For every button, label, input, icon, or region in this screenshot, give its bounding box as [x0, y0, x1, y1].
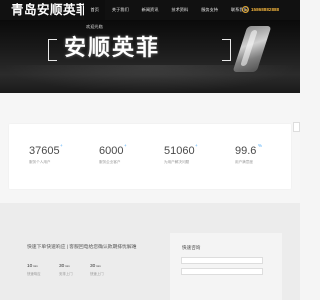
phone-icon — [242, 6, 249, 13]
metric-value: 10min — [27, 264, 38, 269]
stat-value: 6000 — [99, 145, 124, 157]
contact-title: 快速下单快速响应 | 客服回电给您确认款期排忧解难 — [27, 245, 137, 250]
metric-item: 30min 快速上门 — [90, 264, 104, 276]
metric-item: 10min 快速响应 — [27, 264, 41, 276]
phone-input[interactable] — [181, 268, 263, 275]
metric-value: 30min — [59, 264, 70, 269]
nav-home[interactable]: 首页 — [84, 0, 106, 20]
stat-plus: + — [60, 143, 63, 148]
stat-item: 51060 + 为用户解决问题 — [164, 143, 198, 165]
stat-item: 6000 + 服务企业客户 — [99, 143, 127, 165]
stat-label: 服务企业客户 — [99, 160, 121, 164]
stat-value: 51060 — [164, 145, 195, 157]
name-input[interactable] — [181, 257, 263, 264]
quick-consult-title: 快速咨询 — [182, 245, 201, 250]
nav-news[interactable]: 新闻资讯 — [135, 0, 165, 20]
quick-consult-card: 快速咨询 — [170, 233, 282, 300]
main-nav: 首页 关于我们 新闻资讯 技术资料 服务支持 联系我们 — [84, 0, 254, 20]
hero-banner: 欢迎光临 安顺英菲 — [0, 20, 300, 93]
nav-about[interactable]: 关于我们 — [105, 0, 135, 20]
stats-section: 37605 + 服务个人用户 6000 + 服务企业客户 51060 + 为用户… — [0, 93, 300, 203]
stat-value: 37605 — [29, 145, 60, 157]
stat-plus: + — [124, 143, 127, 148]
stat-plus: + — [195, 143, 198, 148]
stats-card: 37605 + 服务个人用户 6000 + 服务企业客户 51060 + 为用户… — [9, 124, 291, 189]
banner-title: 安顺英菲 — [64, 35, 161, 61]
metric-label: 快速响应 — [27, 271, 41, 276]
stat-label: 用户满意度 — [235, 160, 253, 164]
metric-label: 快速上门 — [90, 271, 104, 276]
metric-value: 30min — [90, 264, 101, 269]
contact-section: 快速下单快速响应 | 客服回电给您确认款期排忧解难 10min 快速响应 30m… — [0, 203, 300, 300]
nav-support[interactable]: 服务支持 — [195, 0, 225, 20]
bracket-right-decoration — [222, 39, 231, 61]
stat-item: 37605 + 服务个人用户 — [29, 143, 63, 165]
stat-plus: % — [258, 143, 263, 148]
stat-value: 99.6 — [235, 145, 257, 157]
bracket-left-decoration — [48, 39, 57, 61]
stat-label: 为用户解决问题 — [164, 160, 190, 164]
nav-tech[interactable]: 技术资料 — [165, 0, 195, 20]
side-float-icon[interactable] — [293, 122, 300, 132]
stat-item: 99.6 % 用户满意度 — [235, 143, 262, 165]
stat-label: 服务个人用户 — [29, 160, 51, 164]
metric-label: 安排上门 — [59, 271, 73, 276]
metric-item: 30min 安排上门 — [59, 264, 73, 276]
phone-number[interactable]: 15868882888 — [251, 7, 279, 12]
nav-contact[interactable]: 联系我们 — [224, 0, 254, 20]
site-header: 青岛安顺英菲行 首页 关于我们 新闻资讯 技术资料 服务支持 联系我们 1586… — [0, 0, 300, 20]
